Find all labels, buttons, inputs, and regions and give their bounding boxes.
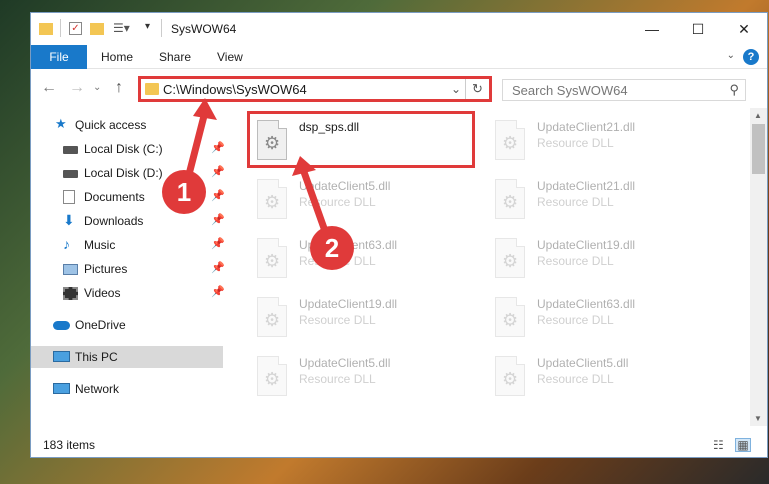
- arrow-1-head: [193, 98, 217, 120]
- step-badge-1: 1: [162, 170, 206, 214]
- step-badge-2: 2: [310, 226, 354, 270]
- arrow-2-head: [292, 156, 316, 176]
- annotation-arrows: [181, 98, 334, 249]
